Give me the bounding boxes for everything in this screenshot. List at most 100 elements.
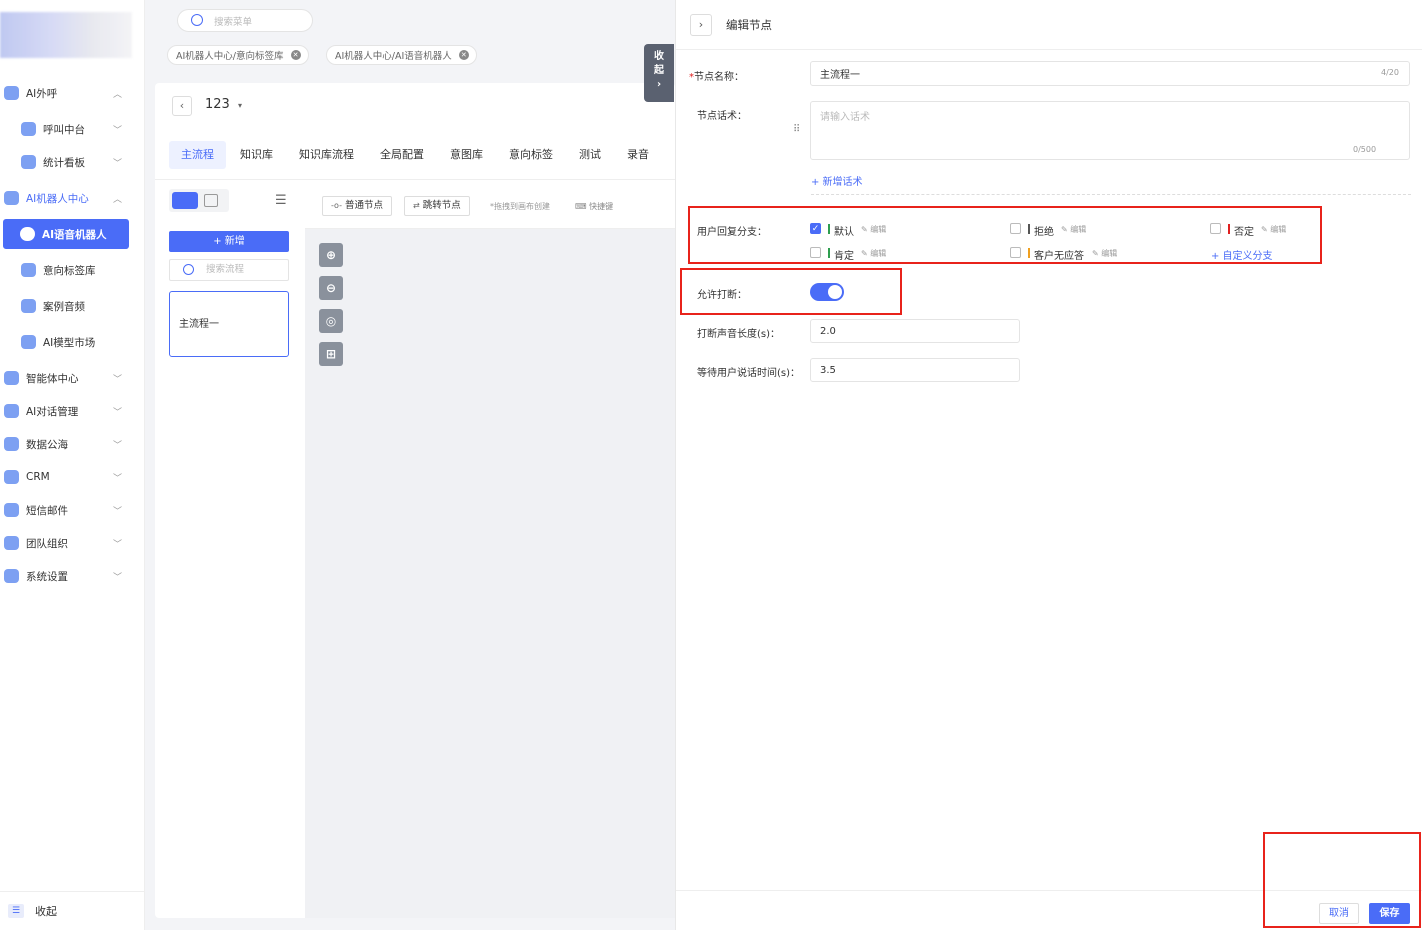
jump-node-button[interactable]: ⇄ 跳转节点 — [404, 196, 470, 216]
normal-node-button[interactable]: -o- 普通节点 — [322, 196, 393, 216]
branch-edit-button[interactable]: ✎ 编辑 — [861, 224, 886, 235]
flow-search-input[interactable]: 搜索流程 — [169, 259, 289, 281]
script-textarea[interactable]: 请输入话术 — [810, 101, 1410, 160]
wait-time-input[interactable]: 3.5 — [810, 358, 1020, 382]
sort-icon[interactable]: ☰ — [275, 193, 287, 208]
sidebar-item-agent-center[interactable]: 智能体中心 ﹀ — [0, 364, 145, 392]
zoom-in-button[interactable]: ⊕ — [319, 243, 343, 267]
sidebar-item-sms-mail[interactable]: 短信邮件 ﹀ — [0, 496, 145, 524]
sidebar-collapse-button[interactable]: ☰ 收起 — [0, 891, 145, 930]
view-toggle[interactable] — [169, 189, 229, 212]
sidebar-item-ai-voice-robot[interactable]: AI语音机器人 — [3, 219, 129, 249]
branch-label-reject: 拒绝 — [1034, 227, 1054, 238]
logo — [0, 12, 132, 58]
tab-main-flow[interactable]: 主流程 — [169, 141, 226, 169]
sidebar-item-stats[interactable]: 统计看板 ﹀ — [0, 148, 145, 176]
branch-label-default: 默认 — [834, 227, 854, 238]
folder-icon — [21, 299, 36, 313]
layout-icon[interactable]: ⊞ — [319, 342, 343, 366]
search-icon — [183, 264, 194, 275]
team-icon — [4, 536, 19, 550]
chevron-down-icon: ﹀ — [113, 539, 123, 550]
interrupt-toggle[interactable] — [810, 283, 844, 301]
chevron-down-icon: ﹀ — [113, 407, 123, 418]
branch-edit-button[interactable]: ✎ 编辑 — [1092, 248, 1117, 259]
sidebar-item-data-pool[interactable]: 数据公海 ﹀ — [0, 430, 145, 458]
back-button[interactable]: ‹ — [172, 96, 192, 116]
sidebar-item-ai-robot-center[interactable]: AI机器人中心 ︿ — [0, 184, 145, 212]
script-counter: 0/500 — [1353, 145, 1377, 154]
tab-intent-lib[interactable]: 意图库 — [438, 141, 495, 169]
cube-icon — [21, 335, 36, 349]
add-flow-button[interactable]: + 新增 — [169, 231, 289, 252]
flow-canvas[interactable] — [305, 181, 675, 918]
branch-color-bar — [1028, 248, 1030, 258]
custom-branch-button[interactable]: + 自定义分支 — [1211, 247, 1273, 262]
chevron-down-icon: ﹀ — [113, 374, 123, 385]
collapse-icon: ☰ — [8, 904, 24, 918]
project-selector[interactable]: 123 ▾ — [205, 97, 242, 112]
zoom-out-button[interactable]: ⊖ — [319, 276, 343, 300]
sidebar-item-settings[interactable]: 系统设置 ﹀ — [0, 562, 145, 590]
branch-edit-button[interactable]: ✎ 编辑 — [1261, 224, 1286, 235]
collapse-panel-handle[interactable]: 收起 › — [644, 44, 674, 102]
list-view-icon[interactable] — [172, 192, 198, 209]
close-icon[interactable]: ✕ — [290, 50, 301, 60]
branch-color-bar — [1028, 224, 1030, 234]
tab-global-config[interactable]: 全局配置 — [368, 141, 436, 169]
sidebar-item-team[interactable]: 团队组织 ﹀ — [0, 529, 145, 557]
branch-label: 用户回复分支： — [697, 227, 767, 238]
tab-knowledge[interactable]: 知识库 — [228, 141, 285, 169]
toggle-knob — [828, 285, 842, 299]
flow-editor-card: ‹ 123 ▾ 主流程 知识库 知识库流程 全局配置 意图库 意向标签 测试 录… — [155, 83, 675, 918]
save-button[interactable]: 保存 — [1369, 903, 1410, 924]
drag-handle-icon[interactable]: ⠿ — [793, 124, 800, 135]
tab-intent-tags[interactable]: 意向标签 — [497, 141, 565, 169]
locate-icon[interactable]: ◎ — [319, 309, 343, 333]
sidebar: AI外呼 ︿ 呼叫中台 ﹀ 统计看板 ﹀ AI机器人中心 ︿ AI语音机器人 意… — [0, 0, 145, 930]
chart-icon — [21, 155, 36, 169]
add-script-button[interactable]: + 新增话术 — [811, 173, 863, 188]
drag-hint: *拖拽到画布创建 — [490, 202, 550, 211]
chevron-down-icon: ﹀ — [113, 440, 123, 451]
flow-list-item[interactable]: 主流程一 — [169, 291, 289, 357]
branch-checkbox-reject[interactable] — [1010, 223, 1021, 234]
shortcut-button[interactable]: ⌨ 快捷键 — [575, 201, 613, 212]
tab-test[interactable]: 测试 — [567, 141, 613, 169]
branch-label-no-answer: 客户无应答 — [1034, 251, 1084, 262]
sidebar-item-dialog-mgmt[interactable]: AI对话管理 ﹀ — [0, 397, 145, 425]
panel-header: › 编辑节点 — [676, 0, 1422, 50]
close-icon[interactable]: ✕ — [458, 50, 469, 60]
cancel-button[interactable]: 取消 — [1319, 903, 1359, 924]
mail-icon — [4, 503, 19, 517]
interrupt-length-input[interactable]: 2.0 — [810, 319, 1020, 343]
chevron-up-icon: ︿ — [113, 89, 123, 100]
sidebar-item-model-market[interactable]: AI模型市场 — [0, 328, 145, 356]
node-name-counter: 4/20 — [1381, 68, 1399, 77]
breadcrumb-tab[interactable]: AI机器人中心/意向标签库 ✕ — [167, 45, 309, 65]
branch-checkbox-affirm[interactable] — [810, 247, 821, 258]
tab-knowledge-flow[interactable]: 知识库流程 — [287, 141, 366, 169]
branch-color-bar — [1228, 224, 1230, 234]
tab-recording[interactable]: 录音 — [615, 141, 661, 169]
wait-time-label: 等待用户说话时间(s)： — [697, 368, 801, 379]
branch-checkbox-deny[interactable] — [1210, 223, 1221, 234]
branch-edit-button[interactable]: ✎ 编辑 — [861, 248, 886, 259]
panel-title: 编辑节点 — [726, 18, 772, 32]
sidebar-item-call-center[interactable]: 呼叫中台 ﹀ — [0, 115, 145, 143]
data-icon — [4, 437, 19, 451]
node-name-input[interactable]: 主流程一 — [810, 61, 1410, 86]
panel-footer: 取消 保存 — [676, 890, 1422, 930]
branch-edit-button[interactable]: ✎ 编辑 — [1061, 224, 1086, 235]
branch-checkbox-no-answer[interactable] — [1010, 247, 1021, 258]
sidebar-item-crm[interactable]: CRM ﹀ — [0, 463, 145, 491]
sidebar-item-ai-outbound[interactable]: AI外呼 ︿ — [0, 79, 145, 107]
sidebar-item-case-audio[interactable]: 案例音频 — [0, 292, 145, 320]
branch-checkbox-default[interactable]: ✓ — [810, 223, 821, 234]
sidebar-item-intent-tags[interactable]: 意向标签库 — [0, 256, 145, 284]
panel-collapse-button[interactable]: › — [690, 14, 712, 36]
breadcrumb-tab[interactable]: AI机器人中心/AI语音机器人 ✕ — [326, 45, 477, 65]
menu-search-input[interactable]: 搜索菜单 — [177, 9, 313, 32]
crm-icon — [4, 470, 19, 484]
grid-view-icon[interactable] — [204, 194, 218, 207]
